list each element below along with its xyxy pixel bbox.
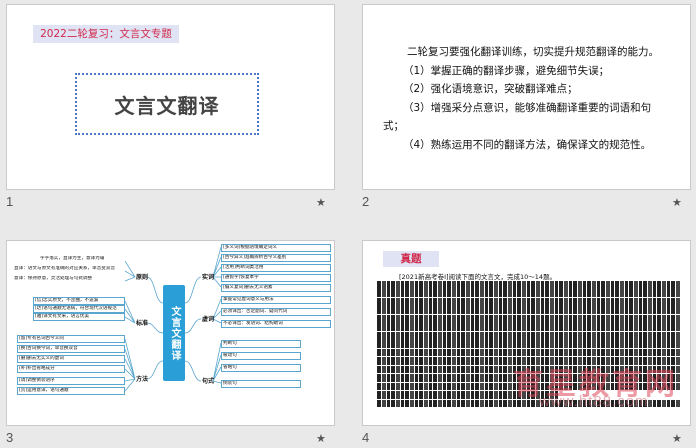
mindmap-node: [贯]运用意译，语句通顺 [17,387,125,395]
goal-line: （4）熟练运用不同的翻译方法，确保译文的规范性。 [403,138,652,151]
mindmap-node: [换]古词换今词，单音换双音 [17,345,125,353]
mindmap-center: 文言文翻译 [163,285,185,381]
mindmap-node: 被动句 [221,352,301,360]
slide-thumbnail-3[interactable]: 文言文翻译 原则 标准 方法 实词 虚词 句式 字字落实，直译为主，意译为辅 直… [6,240,335,426]
star-icon[interactable]: ★ [672,432,682,445]
slide-title: 文言文翻译 [75,73,259,135]
mindmap-node: [删]删去无实义的虚词 [17,355,125,363]
slide-thumbnail-1[interactable]: 2022二轮复习：文言文专题 文言文翻译 [6,4,335,190]
branch-label: 方法 [136,376,149,383]
mindmap-node: 省略句 [221,364,301,372]
slide-number: 3 [6,430,14,445]
slide-number: 4 [362,430,370,445]
slide-thumbnail-2[interactable]: 二轮复习要强化翻译训练，切实提升规范翻译的能力。 （1）掌握正确的翻译步骤，避免… [362,4,691,190]
question-heading: [2021新高考卷Ⅰ]阅读下面的文言文，完成10～14题。 [399,273,557,281]
star-icon[interactable]: ★ [672,196,682,209]
section-tag: 真题 [383,251,439,267]
goal-line: （3）增强采分点意识，能够准确翻译重要的词语和句 [403,101,652,114]
star-icon[interactable]: ★ [316,432,326,445]
star-icon[interactable]: ★ [316,196,326,209]
mindmap-node: [留]专有名词古今义同 [17,335,125,343]
mindmap-node: 直译：语文与原文有准确的对应关系，单音变双音 [13,266,125,272]
mindmap-node: 倒装句 [221,380,301,388]
branch-label: 实词 [202,274,215,281]
watermark-url: www.ht88.com [539,393,649,410]
mindmap-node: 意译：保持原意，灵活处理与句式调整 [13,276,125,282]
mindmap-node: 不必译出：发语词、结构助词 [221,320,331,328]
slide-number: 1 [6,194,14,209]
slide-thumbnail-4[interactable]: 真题 [2021新高考卷Ⅰ]阅读下面的文言文，完成10～14题。 育星教育网 w… [362,240,691,426]
mindmap-node: [雅]译文有文采，语言优美 [33,313,125,321]
mindmap-node: [偏义复词]删去无义语素 [221,284,331,292]
slide-body: 二轮复习要强化翻译训练，切实提升规范翻译的能力。 （1）掌握正确的翻译步骤，避免… [383,43,683,154]
goal-line: 二轮复习要强化翻译训练，切实提升规范翻译的能力。 [407,46,659,58]
mindmap-node: 字字落实，直译为主，意译为辅 [39,256,125,262]
branch-label: 虚词 [202,316,215,323]
mindmap-node: 判断句 [221,340,301,348]
mindmap-node: 必须译出：否定副词、疑问代词 [221,308,331,316]
topic-tag: 2022二轮复习：文言文专题 [33,25,179,43]
mindmap-node: [通假字]恢复本字 [221,274,331,282]
mindmap-node: [补]补出省略成分 [17,365,125,373]
mindmap-node: [古今异义]准确辨析古今义差别 [221,254,331,262]
branch-label: 标准 [136,320,149,327]
goal-line: （1）掌握正确的翻译步骤，避免细节失误； [403,64,610,77]
mindmap-node: [活用]判断词类活用 [221,264,331,272]
branch-label: 原则 [136,274,149,281]
goal-line: （2）强化语境意识，突破翻译难点； [403,83,578,95]
goal-line: 式； [383,120,404,132]
branch-label: 句式 [202,378,215,385]
slide-number: 2 [362,194,370,209]
mindmap-node: [调]调整倒装语序 [17,377,125,385]
mindmap-node: 掌握常见虚词意义与用法 [221,296,331,304]
mindmap-node: [达]语句通顺无语病，符合现代汉语规范 [33,305,125,313]
mindmap-node: [多义词]根据语境确定词义 [221,244,331,252]
mindmap-node: [信]忠实原文，不歪曲，不遗漏 [33,297,125,305]
